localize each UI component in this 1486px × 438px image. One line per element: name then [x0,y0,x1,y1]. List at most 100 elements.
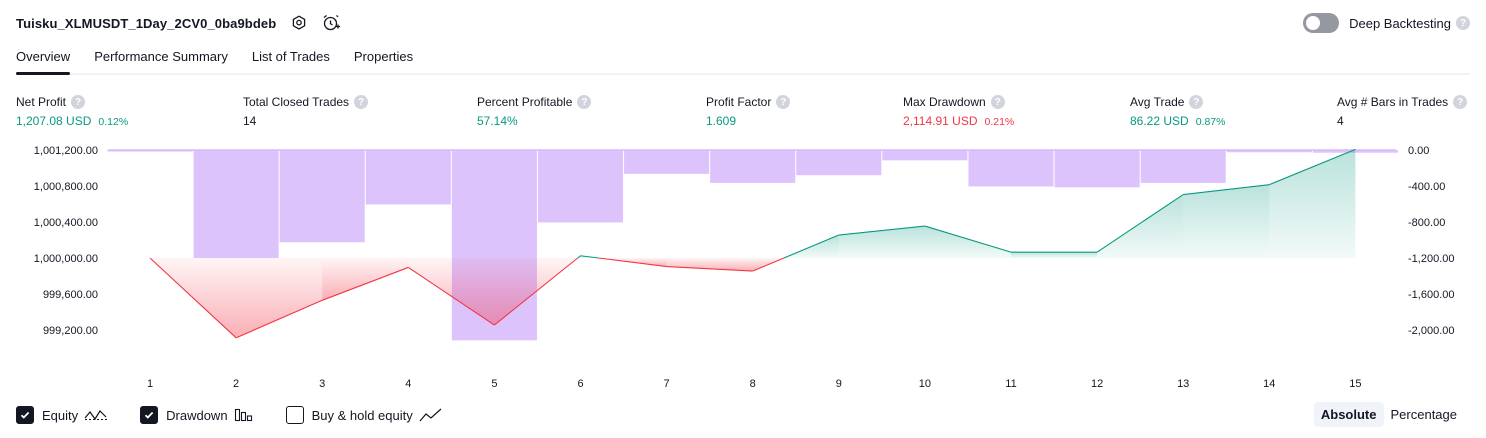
left-axis-tick: 1,000,400.00 [34,217,98,229]
drawdown-bar [882,150,968,161]
drawdown-bar [710,150,796,183]
metric-total-closed-trades: Total Closed Trades? 14 [243,94,369,128]
deep-backtesting-toggle[interactable] [1303,13,1340,33]
drawdown-bars-icon [234,408,254,422]
metric-label: Avg Trade [1130,95,1185,109]
equity-area-loss [236,258,323,338]
absolute-button[interactable]: Absolute [1313,402,1384,427]
help-icon[interactable]: ? [776,95,791,109]
equity-drawdown-chart[interactable]: 1,001,200.00 1,000,800.00 1,000,400.00 1,00… [0,138,1486,398]
right-axis-tick: -1,200.00 [1408,253,1454,265]
tab-properties[interactable]: Properties [354,44,413,75]
right-axis-tick: -400.00 [1408,181,1445,193]
x-axis-tick: 8 [750,378,756,390]
metric-label: Avg # Bars in Trades [1337,95,1449,109]
right-axis-tick: -1,600.00 [1408,289,1454,301]
x-axis-tick: 14 [1263,378,1275,390]
x-axis-tick: 3 [319,378,325,390]
left-axis-tick: 999,600.00 [43,289,98,301]
metric-value: 57.14% [477,114,518,128]
left-axis-tick: 1,000,000.00 [34,253,98,265]
legend-buy-hold-equity[interactable]: Buy & hold equity [285,406,443,424]
help-icon[interactable]: ? [71,95,86,109]
right-axis-tick: -800.00 [1408,217,1445,229]
x-axis-tick: 5 [491,378,497,390]
toggle-knob [1306,16,1321,30]
x-axis-tick: 12 [1091,378,1103,390]
metric-value: 2,114.91 USD [903,114,978,128]
help-icon[interactable]: ? [1453,95,1468,109]
metric-label: Percent Profitable [477,95,573,109]
legend-label: Equity [42,407,79,423]
equity-area-profit [1011,252,1098,258]
help-icon[interactable]: ? [577,95,592,109]
settings-icon[interactable] [286,10,312,36]
tab-list-of-trades[interactable]: List of Trades [252,44,330,75]
x-axis-tick: 6 [577,378,583,390]
metric-value: 14 [243,114,257,128]
help-icon[interactable]: ? [354,95,369,109]
equity-area-loss [408,258,495,326]
drawdown-bar [624,150,710,174]
metric-percent: 0.12% [98,116,129,128]
help-icon[interactable]: ? [1189,95,1204,109]
strategy-title: Tuisku_XLMUSDT_1Day_2CV0_0ba9bdeb [16,15,277,31]
metric-profit-factor: Profit Factor? 1.609 [706,94,791,128]
x-axis-tick: 13 [1177,378,1189,390]
metric-percent-profitable: Percent Profitable? 57.14% [477,94,592,128]
metric-value: 86.22 USD [1130,114,1189,128]
drawdown-bar [1054,150,1140,188]
x-axis-tick: 7 [664,378,670,390]
x-axis-tick: 11 [1005,378,1016,390]
legend-drawdown[interactable]: Drawdown [140,406,253,424]
metric-value: 1,207.08 USD [16,114,92,128]
equity-line-icon [84,408,108,422]
equity-checkbox[interactable] [16,406,34,424]
drawdown-bar [1140,150,1226,183]
legend-label: Drawdown [166,407,228,423]
help-icon[interactable]: ? [990,95,1005,109]
add-alert-icon[interactable] [318,10,344,36]
metric-label: Max Drawdown [903,95,986,109]
equity-area-profit [1097,194,1184,258]
drawdown-bar [796,150,882,176]
buy-hold-line-icon [419,408,443,422]
x-axis-tick: 9 [836,378,842,390]
left-axis-tick: 999,200.00 [43,325,98,337]
deep-backtesting-label: Deep Backtesting [1349,15,1451,31]
tab-overview[interactable]: Overview [16,44,71,75]
percentage-button[interactable]: Percentage [1384,402,1465,427]
tab-performance-summary[interactable]: Performance Summary [94,44,228,75]
help-icon[interactable]: ? [1456,16,1470,30]
strategy-header: Tuisku_XLMUSDT_1Day_2CV0_0ba9bdeb [16,10,344,36]
drawdown-bar [1226,150,1312,153]
left-axis-tick: 1,000,800.00 [34,181,98,193]
report-tabs: Overview Performance Summary List of Tra… [16,44,437,75]
metric-label: Total Closed Trades [243,95,350,109]
metric-percent: 0.87% [1195,116,1226,128]
equity-area-loss [322,258,409,301]
equity-area-profit [1183,184,1270,258]
metric-avg-trade: Avg Trade? 86.22 USD 0.87% [1130,94,1225,128]
right-axis-tick: 0.00 [1408,145,1429,157]
buy-hold-checkbox[interactable] [285,406,304,424]
x-axis-tick: 1 [147,378,153,390]
metric-max-drawdown: Max Drawdown? 2,114.91 USD 0.21% [903,94,1014,128]
legend-equity[interactable]: Equity [16,406,108,424]
x-axis-tick: 2 [233,378,239,390]
drawdown-bar [193,150,279,258]
equity-area-profit [924,226,1011,258]
chart-legend: Equity Drawdown Buy & hold equity [16,404,475,426]
drawdown-checkbox[interactable] [140,406,159,424]
drawdown-bar [107,150,193,152]
metric-avg-bars-in-trades: Avg # Bars in Trades? 4 [1337,94,1468,128]
metric-percent: 0.21% [984,116,1015,128]
metric-label: Profit Factor [706,95,772,109]
drawdown-bar [968,150,1054,187]
x-axis-tick: 15 [1349,378,1361,390]
equity-area-profit [1269,149,1356,258]
legend-label: Buy & hold equity [311,407,413,423]
x-axis-tick: 4 [405,378,411,390]
metric-value: 1.609 [706,114,737,128]
metric-net-profit: Net Profit? 1,207.08 USD 0.12% [16,94,128,128]
